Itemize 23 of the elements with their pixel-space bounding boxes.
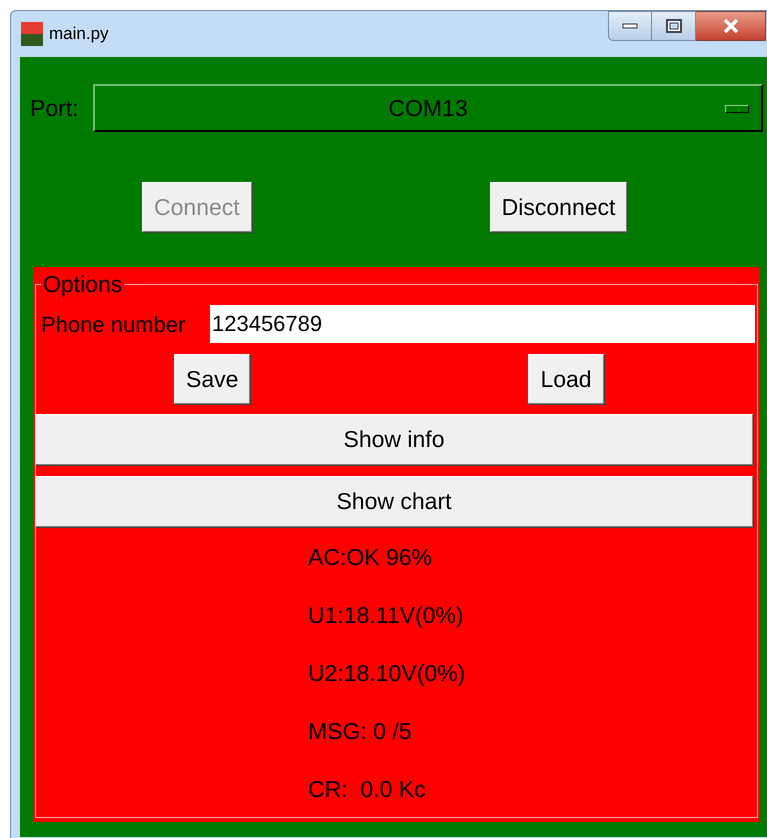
port-label: Port:: [30, 94, 80, 123]
port-dropdown[interactable]: COM13: [93, 84, 763, 132]
show-info-button[interactable]: Show info: [35, 414, 753, 465]
status-text: AC:OK 96%: [308, 544, 433, 570]
maximize-button[interactable]: [652, 11, 696, 41]
phone-number-label: Phone number: [41, 310, 186, 338]
show-chart-button[interactable]: Show chart: [35, 476, 753, 527]
status-text: MSG: 0 /5: [308, 718, 413, 744]
minimize-button[interactable]: [608, 11, 652, 41]
load-button[interactable]: Load: [528, 354, 604, 404]
close-button[interactable]: [696, 11, 766, 41]
phone-number-field[interactable]: 123456789: [210, 305, 755, 343]
window-title: main.py: [49, 23, 109, 46]
status-text: U2:18.10V(0%): [308, 660, 466, 686]
status-text: CR: 0.0 Kc: [308, 776, 427, 802]
status-text: U1:18.11V(0%): [308, 602, 465, 628]
maximize-icon: [666, 19, 682, 33]
app-icon: [21, 22, 43, 46]
close-icon: [722, 19, 740, 33]
minimize-icon: [622, 23, 638, 29]
save-button[interactable]: Save: [174, 354, 250, 404]
disconnect-button[interactable]: Disconnect: [490, 182, 628, 232]
dropdown-indicator-icon: [725, 105, 749, 113]
